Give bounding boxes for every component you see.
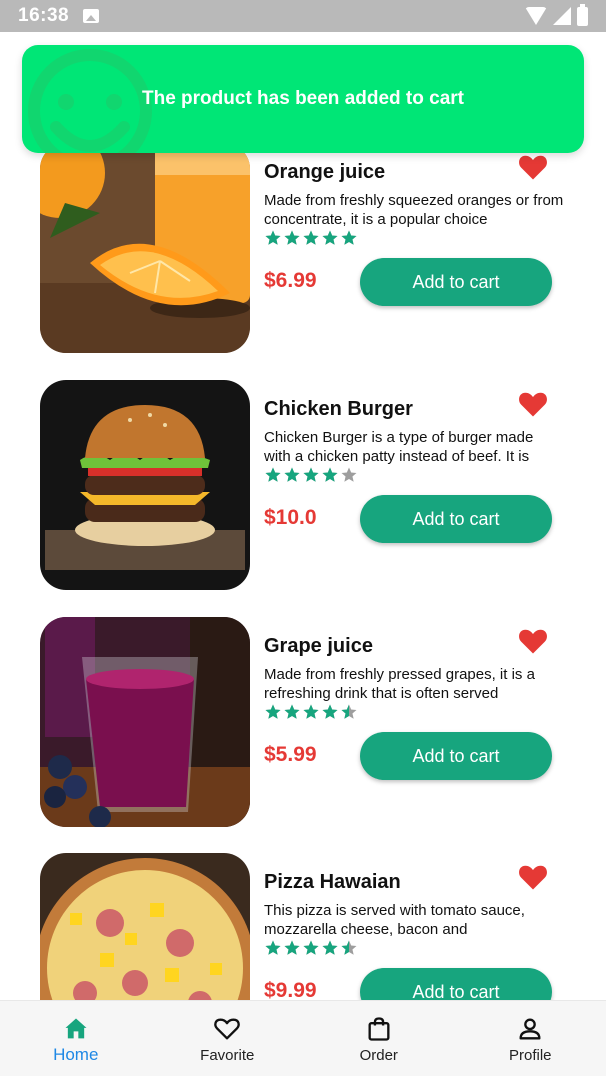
star-full-icon <box>284 940 300 955</box>
product-image-grape-juice[interactable] <box>40 617 250 827</box>
product-price: $5.99 <box>264 743 317 766</box>
add-to-cart-button[interactable]: Add to cart <box>360 495 552 543</box>
rating-stars <box>264 939 358 957</box>
star-full-icon <box>303 467 319 482</box>
star-full-icon <box>341 230 357 245</box>
favorite-heart-icon[interactable] <box>518 627 548 655</box>
product-card[interactable]: Pizza Hawaian This pizza is served with … <box>40 853 570 1000</box>
bottom-navigation: Home Favorite Order Profile <box>0 1000 606 1076</box>
star-full-icon <box>265 704 281 719</box>
product-price: $9.99 <box>264 979 317 1000</box>
product-list[interactable]: Orange juice Made from freshly squeezed … <box>0 32 606 1000</box>
product-description: Made from freshly pressed grapes, it is … <box>264 666 535 702</box>
product-description: Chicken Burger is a type of burger made … <box>264 429 534 465</box>
product-image-orange-juice[interactable] <box>40 143 250 353</box>
battery-icon <box>577 3 588 26</box>
star-full-icon <box>284 704 300 719</box>
add-to-cart-button[interactable]: Add to cart <box>360 968 552 1000</box>
star-full-icon <box>322 704 338 719</box>
smiley-icon <box>28 49 152 153</box>
product-card[interactable]: Chicken Burger Chicken Burger is a type … <box>40 380 570 590</box>
star-empty-icon <box>341 467 357 482</box>
wifi-icon <box>525 7 547 25</box>
heart-outline-icon <box>214 1018 241 1040</box>
toast-notification: The product has been added to cart <box>22 45 584 153</box>
nav-label: Home <box>53 1045 99 1064</box>
product-name: Orange juice <box>264 161 386 183</box>
star-full-icon <box>322 467 338 482</box>
product-description: Made from freshly squeezed oranges or fr… <box>264 192 564 228</box>
rating-stars <box>264 229 358 247</box>
product-name: Pizza Hawaian <box>264 871 401 893</box>
person-icon <box>519 1018 541 1040</box>
product-card[interactable]: Orange juice Made from freshly squeezed … <box>40 143 570 353</box>
grape-juice-image <box>40 617 250 827</box>
product-description: This pizza is served with tomato sauce, … <box>264 902 525 938</box>
add-to-cart-button[interactable]: Add to cart <box>360 732 552 780</box>
star-full-icon <box>322 230 338 245</box>
nav-item-order[interactable]: Order <box>303 1001 455 1076</box>
star-full-icon <box>265 230 281 245</box>
image-notification-icon <box>83 9 100 23</box>
product-name: Grape juice <box>264 635 373 657</box>
shopping-bag-icon <box>368 1017 390 1041</box>
star-full-icon <box>303 940 319 955</box>
nav-item-profile[interactable]: Profile <box>455 1001 606 1076</box>
home-icon <box>65 1018 87 1039</box>
nav-item-favorite[interactable]: Favorite <box>152 1001 304 1076</box>
favorite-heart-icon[interactable] <box>518 390 548 418</box>
favorite-heart-icon[interactable] <box>518 153 548 181</box>
product-image-chicken-burger[interactable] <box>40 380 250 590</box>
status-bar: 16:38 <box>0 0 606 32</box>
star-full-icon <box>303 704 319 719</box>
product-price: $6.99 <box>264 269 317 292</box>
rating-stars <box>264 466 358 484</box>
star-half-icon <box>341 704 357 719</box>
product-card[interactable]: Grape juice Made from freshly pressed gr… <box>40 617 570 827</box>
app-screen: 16:38 Orange juice Made from freshly squ… <box>0 0 606 1076</box>
signal-icon <box>553 7 571 25</box>
star-full-icon <box>265 940 281 955</box>
star-full-icon <box>265 467 281 482</box>
nav-label: Order <box>359 1047 398 1064</box>
toast-message: The product has been added to cart <box>142 88 464 109</box>
star-full-icon <box>322 940 338 955</box>
chicken-burger-image <box>40 380 250 590</box>
status-indicators <box>525 3 588 26</box>
nav-label: Favorite <box>200 1047 255 1064</box>
add-to-cart-button[interactable]: Add to cart <box>360 258 552 306</box>
favorite-heart-icon[interactable] <box>518 863 548 891</box>
nav-label: Profile <box>508 1047 552 1064</box>
product-price: $10.0 <box>264 506 317 529</box>
star-full-icon <box>303 230 319 245</box>
status-time: 16:38 <box>18 5 70 26</box>
nav-item-home[interactable]: Home <box>0 1001 152 1076</box>
star-full-icon <box>284 467 300 482</box>
star-half-icon <box>341 940 357 955</box>
star-full-icon <box>284 230 300 245</box>
rating-stars <box>264 703 358 721</box>
product-name: Chicken Burger <box>264 398 413 420</box>
pizza-hawaian-image <box>40 853 250 1000</box>
product-image-pizza-hawaian[interactable] <box>40 853 250 1000</box>
orange-juice-image <box>40 143 250 353</box>
